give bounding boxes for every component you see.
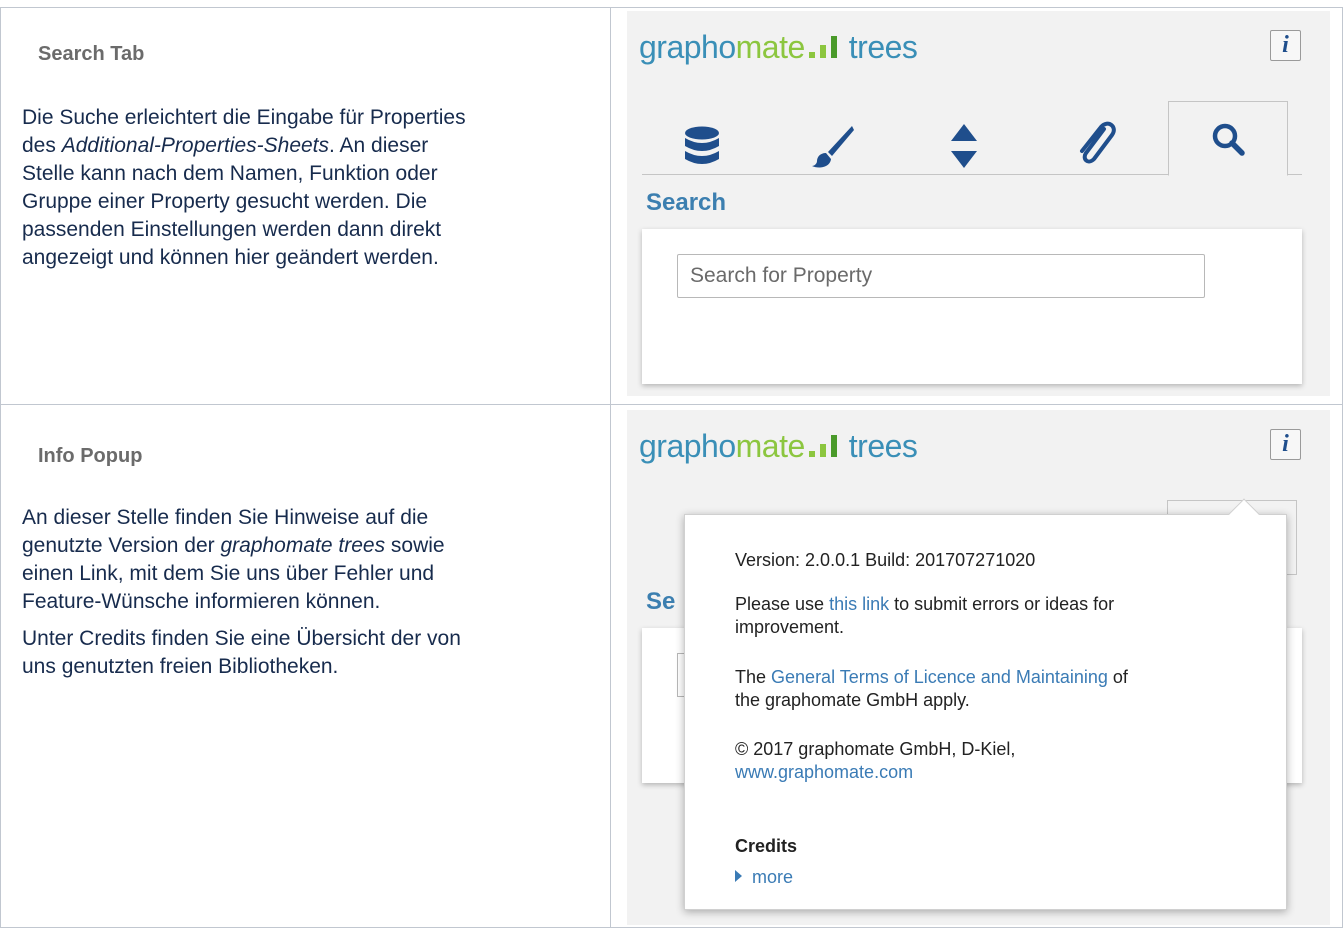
logo-text: trees [848,29,918,65]
description-cell: Search Tab Die Suche erleichtert die Ein… [1,8,611,404]
caret-right-icon [735,870,742,882]
feedback-link[interactable]: this link [829,594,889,614]
screenshot-cell: graphomate trees i Se Version: 2.0.0.1 Bu… [612,405,1343,927]
content-table: Search Tab Die Suche erleichtert die Ein… [0,7,1343,928]
table-row-info-popup: Info Popup An dieser Stelle finden Sie H… [1,405,1343,928]
credits-heading: Credits [735,836,798,856]
text-run: . An dieser [329,134,429,157]
paragraph-line: des Additional-Properties-Sheets. An die… [22,132,602,160]
search-section-title: Se [646,588,676,615]
logo-bars-icon [808,435,843,457]
logo-text: grapho [639,29,736,65]
screenshot-cell: graphomate trees i Search Search for Pro… [612,8,1343,404]
properties-panel-screenshot: graphomate trees i Se Version: 2.0.0.1 Bu… [627,410,1330,925]
tab-style[interactable] [772,117,892,175]
paperclip-icon [1080,121,1116,164]
version-text: Version: 2.0.0.1 Build: 201707271020 [735,550,1036,570]
text-run: genutzte Version der [22,534,221,557]
sort-arrows-icon [951,124,977,168]
text-run: des [22,134,62,157]
tab-bar [642,101,1302,176]
description-paragraph: Die Suche erleichtert die Eingabe für Pr… [22,104,602,272]
paragraph-line: uns genutzten freien Bibliotheken. [22,655,339,678]
italic-term: Additional-Properties-Sheets [61,134,330,157]
feedback-text: Please use this link to submit errors or… [735,593,1255,639]
logo-text: grapho [639,428,736,464]
terms-text: The General Terms of Licence and Maintai… [735,666,1255,712]
database-icon [685,126,719,164]
paragraph-line: Stelle kann nach dem Namen, Funktion ode… [22,162,438,185]
info-button[interactable]: i [1270,30,1301,61]
search-icon [1212,123,1245,156]
text-run: improvement. [735,617,845,637]
copyright-text: © 2017 graphomate GmbH, D-Kiel, www.grap… [735,738,1255,784]
text-run: to submit errors or ideas for [889,594,1115,614]
terms-link[interactable]: General Terms of Licence and Maintaining [771,667,1108,687]
text-run: Please use [735,594,830,614]
description-paragraph: An dieser Stelle finden Sie Hinweise auf… [22,504,602,616]
logo-text: mate [735,428,806,464]
paragraph-line: passenden Einstellungen werden dann dire… [22,218,442,241]
paragraph-line: An dieser Stelle finden Sie Hinweise auf… [22,506,429,529]
more-label: more [752,867,794,887]
description-cell: Info Popup An dieser Stelle finden Sie H… [1,405,611,927]
paragraph-line: Feature-Wünsche informieren können. [22,590,381,613]
logo-bars-icon [808,36,843,58]
search-input[interactable] [677,254,1205,298]
description-paragraph: Unter Credits finden Sie eine Übersicht … [22,625,602,681]
paragraph-line: genutzte Version der graphomate trees so… [22,532,602,560]
text-run: the graphomate GmbH apply. [735,690,970,710]
logo-text: trees [848,428,918,464]
italic-term: graphomate trees [220,534,386,557]
paragraph-line: Gruppe einer Property gesucht werden. Di… [22,190,428,213]
text-run: The [735,667,772,687]
website-link[interactable]: www.graphomate.com [735,762,913,782]
info-button[interactable]: i [1270,429,1301,460]
paragraph-line: Die Suche erleichtert die Eingabe für Pr… [22,106,466,129]
text-run: of [1107,667,1128,687]
properties-panel-screenshot: graphomate trees i Search Search for Pro… [627,11,1330,396]
paragraph-line: Unter Credits finden Sie eine Übersicht … [22,627,461,650]
info-popup: Version: 2.0.0.1 Build: 201707271020 Ple… [684,498,1287,910]
tab-database[interactable] [642,117,762,175]
paragraph-line: angezeigt und können hier geändert werde… [22,246,439,269]
logo-text: mate [735,29,806,65]
section-heading: Search Tab [38,43,145,65]
tab-search[interactable] [1168,101,1288,176]
search-section-title: Search [646,189,727,216]
brush-icon [812,126,854,168]
tab-sort[interactable] [904,117,1024,175]
search-card [642,229,1302,384]
text-run: © 2017 graphomate GmbH, D-Kiel, [735,739,1016,759]
text-run: sowie [385,534,445,557]
section-heading: Info Popup [38,445,143,467]
credits-more-toggle[interactable]: more [735,866,1255,889]
paragraph-line: einen Link, mit dem Sie uns über Fehler … [22,562,435,585]
graphomate-logo: graphomate trees [639,29,918,66]
table-row-search-tab: Search Tab Die Suche erleichtert die Ein… [1,8,1343,405]
graphomate-logo: graphomate trees [639,428,918,465]
tab-attachment[interactable] [1036,117,1156,175]
